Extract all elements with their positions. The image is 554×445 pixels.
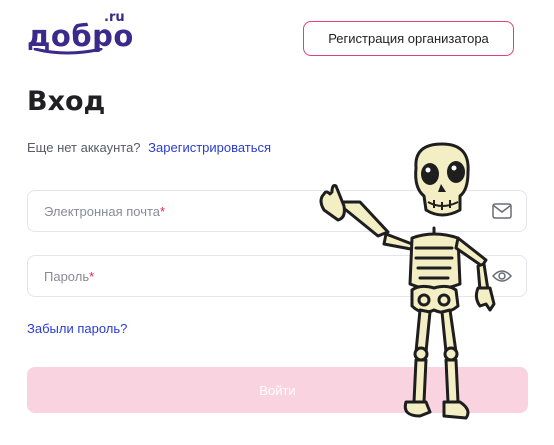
no-account-row: Еще нет аккаунта? Зарегистрироваться bbox=[27, 140, 271, 155]
register-link[interactable]: Зарегистрироваться bbox=[148, 140, 271, 155]
logo-word: добро bbox=[27, 19, 134, 53]
organizer-registration-button[interactable]: Регистрация организатора bbox=[303, 21, 514, 56]
no-account-text: Еще нет аккаунта? bbox=[27, 140, 141, 155]
logo-smile-icon bbox=[33, 48, 103, 55]
password-placeholder: Пароль* bbox=[44, 269, 95, 284]
email-placeholder: Электронная почта* bbox=[44, 204, 166, 219]
logo[interactable]: добро .ru bbox=[27, 10, 137, 56]
forgot-password-link[interactable]: Забыли пароль? bbox=[27, 321, 127, 336]
skeleton-illustration bbox=[319, 142, 496, 420]
page-title: Вход bbox=[27, 86, 106, 117]
logo-domain: .ru bbox=[104, 10, 125, 25]
